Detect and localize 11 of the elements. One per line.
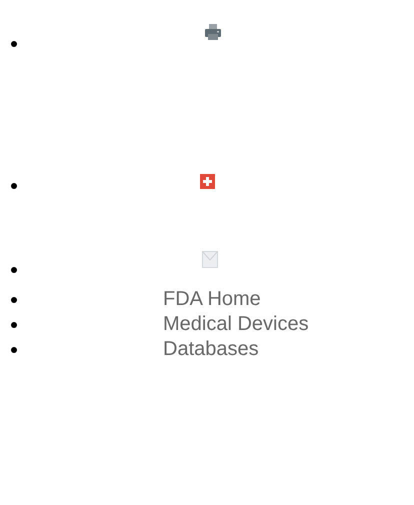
add-icon[interactable] bbox=[200, 174, 215, 189]
bullet bbox=[11, 322, 17, 328]
bullet bbox=[11, 346, 17, 352]
nav-link[interactable]: Medical Devices bbox=[163, 312, 309, 337]
bullet bbox=[11, 296, 17, 302]
nav-link[interactable]: Databases bbox=[163, 337, 259, 362]
bullet bbox=[11, 183, 17, 189]
nav-link[interactable]: FDA Home bbox=[163, 287, 261, 312]
printer-icon[interactable] bbox=[205, 24, 221, 40]
bullet bbox=[11, 267, 17, 273]
bullet bbox=[11, 41, 17, 47]
